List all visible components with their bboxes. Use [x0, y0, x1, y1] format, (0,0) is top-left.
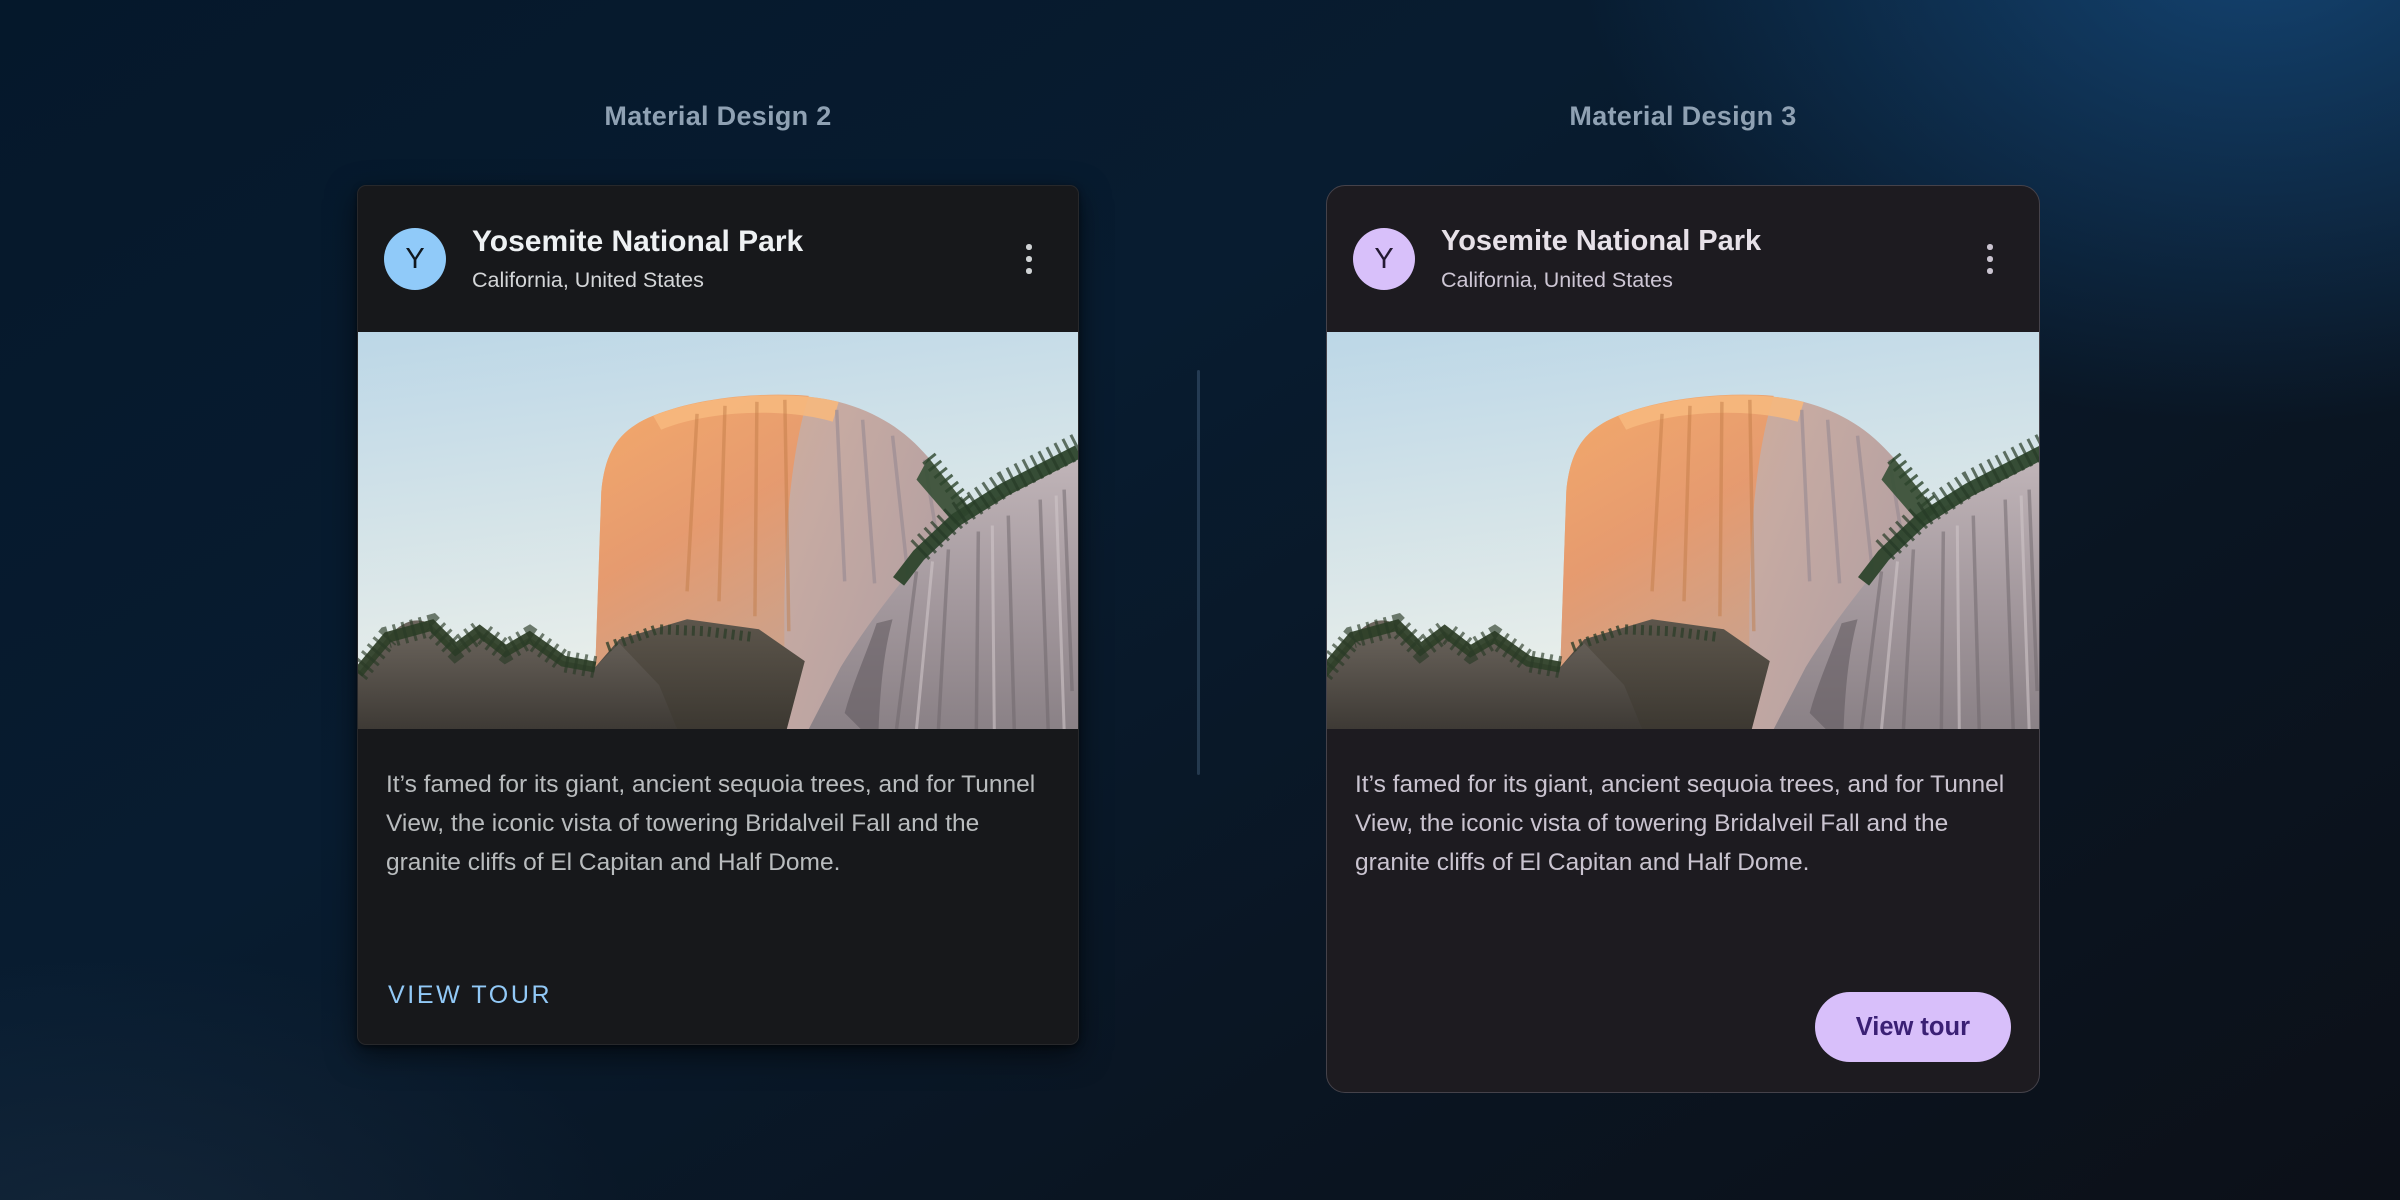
avatar-letter: Y	[405, 243, 424, 276]
avatar-letter: Y	[1374, 243, 1393, 276]
card-header: Y Yosemite National Park California, Uni…	[358, 186, 1078, 332]
vertical-divider	[1197, 370, 1200, 775]
kebab-menu-icon[interactable]	[1006, 231, 1052, 287]
card-title: Yosemite National Park	[1441, 225, 1967, 258]
card-md3: Y Yosemite National Park California, Uni…	[1326, 185, 2040, 1093]
half-dome-photo-svg	[358, 332, 1078, 729]
avatar: Y	[1353, 228, 1415, 290]
card-body-text: It’s famed for its giant, ancient sequoi…	[386, 765, 1050, 882]
view-tour-button[interactable]: View tour	[1815, 992, 2011, 1062]
avatar: Y	[384, 228, 446, 290]
half-dome-photo-svg	[1327, 332, 2039, 729]
kebab-menu-icon[interactable]	[1967, 231, 2013, 287]
card-title: Yosemite National Park	[472, 225, 1006, 260]
card-subtitle: California, United States	[472, 268, 1006, 293]
view-tour-button[interactable]: VIEW TOUR	[388, 981, 552, 1010]
half-dome-photo	[1327, 332, 2039, 729]
section-heading-md3: Material Design 3	[1326, 101, 2040, 132]
card-body-text: It’s famed for its giant, ancient sequoi…	[1355, 765, 2011, 882]
card-md2: Y Yosemite National Park California, Uni…	[357, 185, 1079, 1045]
half-dome-photo	[358, 332, 1078, 729]
card-title-block: Yosemite National Park California, Unite…	[1415, 225, 1967, 292]
section-heading-md2: Material Design 2	[357, 101, 1079, 132]
card-title-block: Yosemite National Park California, Unite…	[446, 225, 1006, 294]
card-subtitle: California, United States	[1441, 268, 1967, 293]
card-header: Y Yosemite National Park California, Uni…	[1327, 186, 2039, 332]
